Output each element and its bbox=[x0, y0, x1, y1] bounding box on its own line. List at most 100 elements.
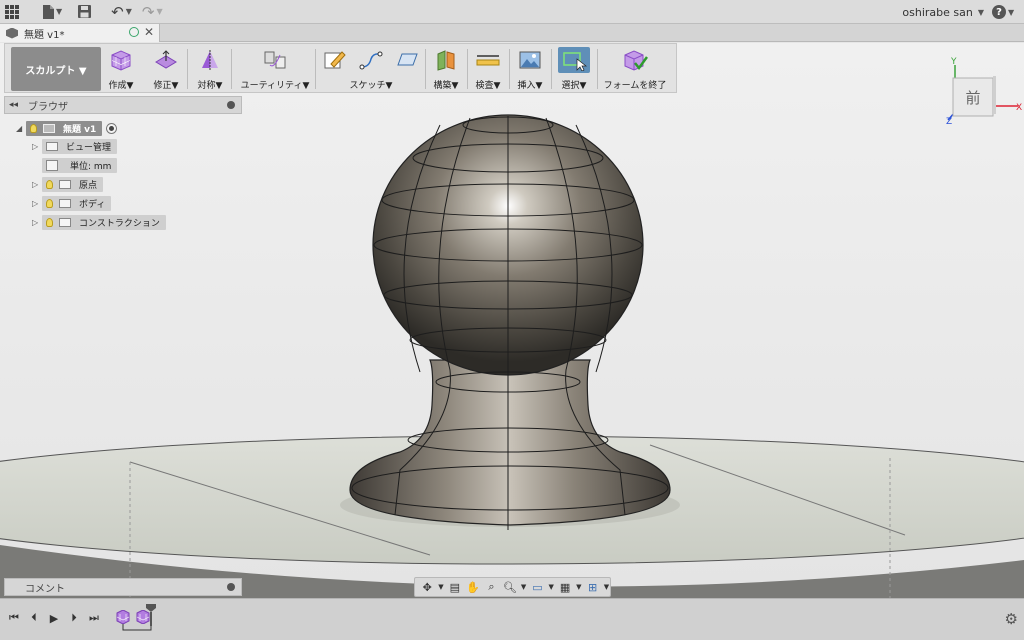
select-icon bbox=[558, 47, 590, 73]
form-feature-icon[interactable] bbox=[116, 610, 130, 624]
visibility-bulb-icon[interactable] bbox=[46, 218, 53, 227]
viewport-canvas[interactable]: Y X Z 前 bbox=[0, 43, 1024, 598]
tree-root-label: 無題 v1 bbox=[63, 125, 97, 135]
utilities-label: ユーティリティ▼ bbox=[240, 81, 310, 91]
chevron-down-icon: ▼ bbox=[125, 7, 132, 16]
comments-panel-header[interactable]: コメント bbox=[4, 578, 242, 596]
chevron-down-icon[interactable]: ▼ bbox=[520, 579, 527, 595]
finish-form-icon bbox=[621, 47, 649, 73]
undo-icon: ↶ bbox=[111, 2, 124, 21]
fit-icon[interactable]: 🔍︎ bbox=[502, 579, 518, 595]
file-icon bbox=[43, 4, 54, 19]
display-settings-icon[interactable]: ▭ bbox=[529, 579, 545, 595]
insert-image-icon bbox=[516, 47, 544, 73]
timeline-marker-icon[interactable] bbox=[146, 604, 156, 626]
tree-item-origin[interactable]: ▷ 原点 bbox=[32, 177, 104, 192]
gear-icon[interactable]: ⚙ bbox=[1005, 610, 1018, 628]
document-tab[interactable]: 無題 v1* ✕ bbox=[0, 24, 160, 42]
collapse-icon[interactable]: ◂◂ bbox=[9, 100, 18, 110]
visibility-bulb-icon[interactable] bbox=[30, 124, 37, 133]
viewports-icon[interactable]: ⊞ bbox=[584, 579, 600, 595]
redo-button[interactable]: ↷ ▼ bbox=[137, 0, 168, 24]
close-icon[interactable]: ✕ bbox=[144, 25, 154, 39]
folder-icon bbox=[59, 218, 71, 227]
step-forward-icon[interactable]: ⏵ bbox=[67, 611, 81, 625]
chevron-down-icon[interactable]: ▼ bbox=[548, 579, 555, 595]
create-box-icon bbox=[107, 47, 135, 73]
look-at-icon[interactable]: ▤ bbox=[447, 579, 463, 595]
viewcube-axis-y: Y bbox=[950, 57, 957, 67]
timeline: ⏮ ⏴ ▶ ⏵ ⏭ ⚙ bbox=[0, 598, 1024, 640]
expand-arrow-icon[interactable]: ▷ bbox=[32, 218, 42, 227]
undo-button[interactable]: ↶ ▼ bbox=[106, 0, 137, 24]
go-to-start-icon[interactable]: ⏮ bbox=[7, 611, 21, 625]
save-state-icon bbox=[129, 27, 139, 37]
workspace-switcher[interactable]: スカルプト ▼ bbox=[11, 47, 101, 91]
activate-radio[interactable] bbox=[106, 123, 118, 134]
construct-plane-icon bbox=[432, 47, 460, 73]
select-menu[interactable]: 選択▼ bbox=[557, 47, 591, 91]
inspect-menu[interactable]: 検査▼ bbox=[473, 47, 503, 91]
utilities-menu[interactable]: ユーティリティ▼ bbox=[239, 47, 311, 91]
viewcube-axis-z: Z bbox=[946, 117, 952, 127]
chevron-down-icon: ▼ bbox=[56, 7, 63, 16]
construct-menu[interactable]: 構築▼ bbox=[431, 47, 461, 91]
symmetry-icon bbox=[196, 47, 224, 73]
expand-arrow-icon[interactable]: ▷ bbox=[32, 142, 42, 151]
symmetry-menu[interactable]: 対称▼ bbox=[195, 47, 225, 91]
pin-icon[interactable] bbox=[227, 101, 235, 109]
utilities-icon bbox=[261, 47, 289, 73]
sketch-menu[interactable]: スケッチ▼ bbox=[323, 47, 419, 91]
chevron-down-icon[interactable]: ▼ bbox=[603, 579, 610, 595]
rectangle-icon bbox=[393, 47, 421, 73]
pan-icon[interactable]: ✋ bbox=[465, 579, 481, 595]
app-grid-icon[interactable] bbox=[0, 0, 24, 24]
step-back-icon[interactable]: ⏴ bbox=[27, 611, 41, 625]
grid-snap-icon[interactable]: ▦ bbox=[557, 579, 573, 595]
help-icon: ? bbox=[992, 5, 1006, 19]
save-icon bbox=[78, 5, 92, 18]
pin-icon[interactable] bbox=[227, 583, 235, 591]
document-title: 無題 v1* bbox=[24, 29, 65, 41]
expand-arrow-icon[interactable]: ▷ bbox=[32, 199, 42, 208]
toolbar-ribbon: スカルプト ▼ 作成▼ 修正▼ 対称▼ ユーティリティ▼ スケッチ▼ 構築▼ 検… bbox=[4, 43, 677, 93]
tree-item-named-views[interactable]: ▷ ビュー管理 bbox=[32, 139, 118, 154]
orbit-icon[interactable]: ✥ bbox=[419, 579, 435, 595]
expand-arrow-icon[interactable]: ◢ bbox=[16, 124, 26, 133]
chevron-down-icon: ▼ bbox=[977, 7, 984, 17]
inspect-label: 検査▼ bbox=[475, 81, 501, 91]
finish-form-button[interactable]: フォームを終了 bbox=[603, 47, 667, 91]
navigation-bar: ✥ ▼ ▤ ✋ ⌕ 🔍︎ ▼ ▭ ▼ ▦ ▼ ⊞ ▼ bbox=[414, 577, 611, 597]
create-menu[interactable]: 作成▼ bbox=[109, 47, 133, 91]
save-button[interactable] bbox=[73, 0, 96, 24]
visibility-bulb-icon[interactable] bbox=[46, 199, 53, 208]
symmetry-label: 対称▼ bbox=[197, 81, 223, 91]
zoom-icon[interactable]: ⌕ bbox=[483, 579, 499, 595]
insert-menu[interactable]: 挿入▼ bbox=[515, 47, 545, 91]
modify-menu[interactable]: 修正▼ bbox=[151, 47, 181, 91]
create-label: 作成▼ bbox=[108, 81, 134, 91]
tree-item-label: 単位: mm bbox=[70, 162, 112, 172]
tree-item-label: ビュー管理 bbox=[66, 143, 112, 153]
tree-item-label: ボディ bbox=[79, 200, 106, 210]
expand-arrow-icon[interactable]: ▷ bbox=[32, 180, 42, 189]
tree-item-construction[interactable]: ▷ コンストラクション bbox=[32, 215, 166, 230]
comments-title: コメント bbox=[25, 583, 65, 595]
tree-item-units[interactable]: 単位: mm bbox=[42, 158, 118, 173]
visibility-bulb-icon[interactable] bbox=[46, 180, 53, 189]
help-button[interactable]: ? ▼ bbox=[992, 4, 1016, 20]
tree-root[interactable]: ◢ 無題 v1 bbox=[16, 121, 118, 136]
user-menu[interactable]: oshirabe san ▼ bbox=[902, 0, 984, 24]
construct-label: 構築▼ bbox=[433, 81, 459, 91]
go-to-end-icon[interactable]: ⏭ bbox=[87, 611, 101, 625]
chevron-down-icon[interactable]: ▼ bbox=[437, 579, 444, 595]
document-icon bbox=[6, 27, 18, 39]
folder-icon bbox=[59, 199, 71, 208]
measure-icon bbox=[474, 47, 502, 73]
chevron-down-icon[interactable]: ▼ bbox=[575, 579, 582, 595]
browser-panel-header[interactable]: ◂◂ ブラウザ bbox=[4, 96, 242, 114]
play-icon[interactable]: ▶ bbox=[47, 611, 61, 625]
file-menu-button[interactable]: ▼ bbox=[38, 0, 67, 24]
top-bar: ▼ ↶ ▼ ↷ ▼ oshirabe san ▼ ? ▼ bbox=[0, 0, 1024, 24]
tree-item-bodies[interactable]: ▷ ボディ bbox=[32, 196, 112, 211]
